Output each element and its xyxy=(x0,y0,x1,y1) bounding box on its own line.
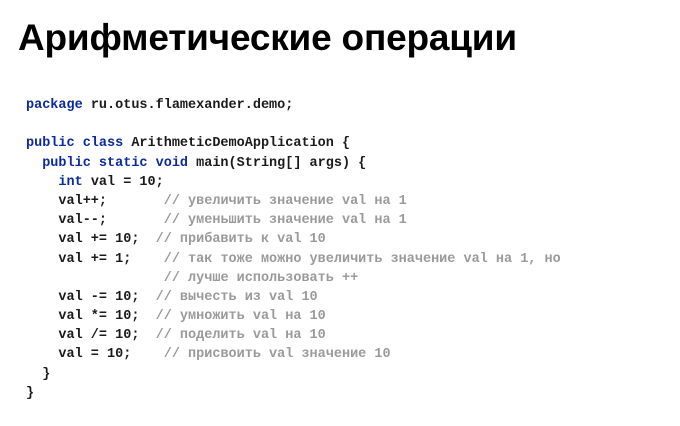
code-text: val++; xyxy=(26,193,164,209)
code-line: val = 10; // присвоить val значение 10 xyxy=(26,345,561,364)
code-text: val /= 10; xyxy=(26,328,156,344)
code-comment: // поделить val на 10 xyxy=(155,328,326,344)
code-line: public static void main(String[] args) { xyxy=(26,154,561,173)
code-text: val += 10; xyxy=(26,232,156,248)
code-text: val--; xyxy=(26,213,164,229)
code-keyword: package xyxy=(26,98,83,113)
code-keyword: public class xyxy=(26,136,124,152)
code-line: val /= 10; // поделить val на 10 xyxy=(26,326,561,345)
code-text: main(String[] args) { xyxy=(188,155,367,171)
code-text: val = 10; xyxy=(26,347,164,363)
code-comment: // умножить val на 10 xyxy=(155,309,326,325)
code-text: } xyxy=(26,366,51,382)
code-block: package ru.otus.flamexander.demo; public… xyxy=(26,96,561,403)
code-text: val += 1; xyxy=(26,251,164,267)
code-text: ArithmeticDemoApplication { xyxy=(123,136,351,152)
code-line: val--; // уменьшить значение val на 1 xyxy=(26,211,561,230)
code-line: val -= 10; // вычесть из val 10 xyxy=(26,288,561,307)
code-line: int val = 10; xyxy=(26,173,561,192)
code-comment: // прибавить к val 10 xyxy=(155,232,326,248)
code-line: } xyxy=(26,365,561,384)
code-line: val *= 10; // умножить val на 10 xyxy=(26,307,561,326)
code-text: val *= 10; xyxy=(26,309,156,325)
code-line: val++; // увеличить значение val на 1 xyxy=(26,192,561,211)
code-comment: // так тоже можно увеличить значение val… xyxy=(163,251,561,267)
code-text: } xyxy=(26,385,35,401)
code-line: package ru.otus.flamexander.demo; xyxy=(26,96,561,115)
slide-title: Арифметические операции xyxy=(18,17,517,58)
code-text: val -= 10; xyxy=(26,289,156,305)
code-line: val += 1; // так тоже можно увеличить зн… xyxy=(26,250,561,269)
code-comment: // увеличить значение val на 1 xyxy=(163,193,407,209)
code-line: val += 10; // прибавить к val 10 xyxy=(26,230,561,249)
code-line: // лучше использовать ++ xyxy=(26,269,561,288)
code-comment: // уменьшить значение val на 1 xyxy=(163,213,407,229)
code-text: ru.otus.flamexander.demo; xyxy=(82,98,294,113)
code-comment: // вычесть из val 10 xyxy=(155,289,318,305)
code-line: } xyxy=(26,384,561,403)
code-keyword: public static void xyxy=(42,155,189,171)
code-keyword: int xyxy=(58,174,83,190)
code-comment: // лучше использовать ++ xyxy=(163,270,359,286)
code-line: public class ArithmeticDemoApplication { xyxy=(26,134,561,153)
code-comment: // присвоить val значение 10 xyxy=(163,347,391,363)
code-text: val = 10; xyxy=(82,174,164,190)
